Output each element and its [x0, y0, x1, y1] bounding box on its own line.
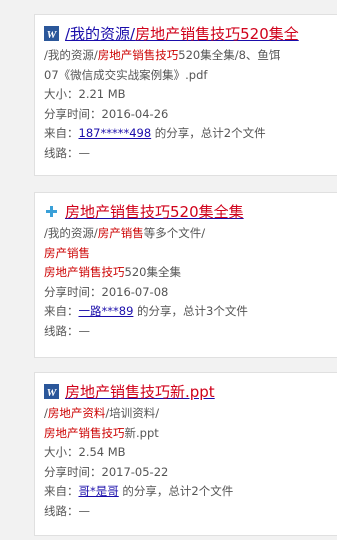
- result-size: 大小：2.21 MB: [44, 87, 126, 101]
- result-route: 线路：—: [44, 503, 90, 518]
- result-file-name: 房地产销售技巧新.ppt: [44, 425, 159, 440]
- result-title-row: W 房地产销售技巧新.ppt: [44, 379, 337, 403]
- result-title-link[interactable]: /我的资源/房地产销售技巧520集全: [65, 23, 299, 44]
- sharer-link[interactable]: 哥*是哥: [79, 484, 119, 498]
- result-path: /我的资源/房地产销售技巧520集全集/8、鱼饵: [44, 48, 281, 62]
- result-source: 来自：187*****498 的分享，总计2个文件: [44, 126, 266, 140]
- result-file-name: 房地产销售技巧520集全集: [44, 265, 181, 279]
- result-card: W /我的资源/房地产销售技巧520集全 /我的资源/房地产销售技巧520集全集…: [34, 14, 337, 176]
- result-route: 线路：—: [44, 323, 90, 338]
- svg-text:W: W: [47, 29, 58, 41]
- word-doc-icon: W: [44, 25, 59, 41]
- result-path: /我的资源/房产销售等多个文件/: [44, 226, 206, 240]
- result-card: W 房地产销售技巧新.ppt /房地产资料/培训资料/ 房地产销售技巧新.ppt…: [34, 372, 337, 536]
- svg-text:W: W: [47, 387, 58, 399]
- folder-plus-icon: [46, 205, 57, 217]
- word-doc-icon: W: [44, 383, 59, 399]
- result-size: 大小：2.54 MB: [44, 445, 126, 459]
- result-path-continued: 07《微信成交实战案例集》.pdf: [44, 67, 208, 82]
- sharer-link[interactable]: 一路***89: [79, 304, 134, 318]
- result-source: 来自：哥*是哥 的分享，总计2个文件: [44, 484, 234, 498]
- result-route: 线路：—: [44, 145, 90, 160]
- result-title-link[interactable]: 房地产销售技巧520集全集: [65, 201, 244, 222]
- result-title-link[interactable]: 房地产销售技巧新.ppt: [65, 381, 215, 402]
- result-card: 房地产销售技巧520集全集 /我的资源/房产销售等多个文件/ 房产销售 房地产销…: [34, 192, 337, 358]
- result-path-continued: 房产销售: [44, 245, 90, 260]
- sharer-link[interactable]: 187*****498: [79, 126, 152, 140]
- result-title-row: 房地产销售技巧520集全集: [44, 199, 337, 223]
- result-share-time: 分享时间：2016-07-08: [44, 284, 169, 299]
- result-share-time: 分享时间：2016-04-26: [44, 106, 169, 121]
- result-share-time: 分享时间：2017-05-22: [44, 464, 169, 479]
- result-path: /房地产资料/培训资料/: [44, 406, 160, 420]
- result-source: 来自：一路***89 的分享，总计3个文件: [44, 304, 248, 318]
- result-title-row: W /我的资源/房地产销售技巧520集全: [44, 21, 337, 45]
